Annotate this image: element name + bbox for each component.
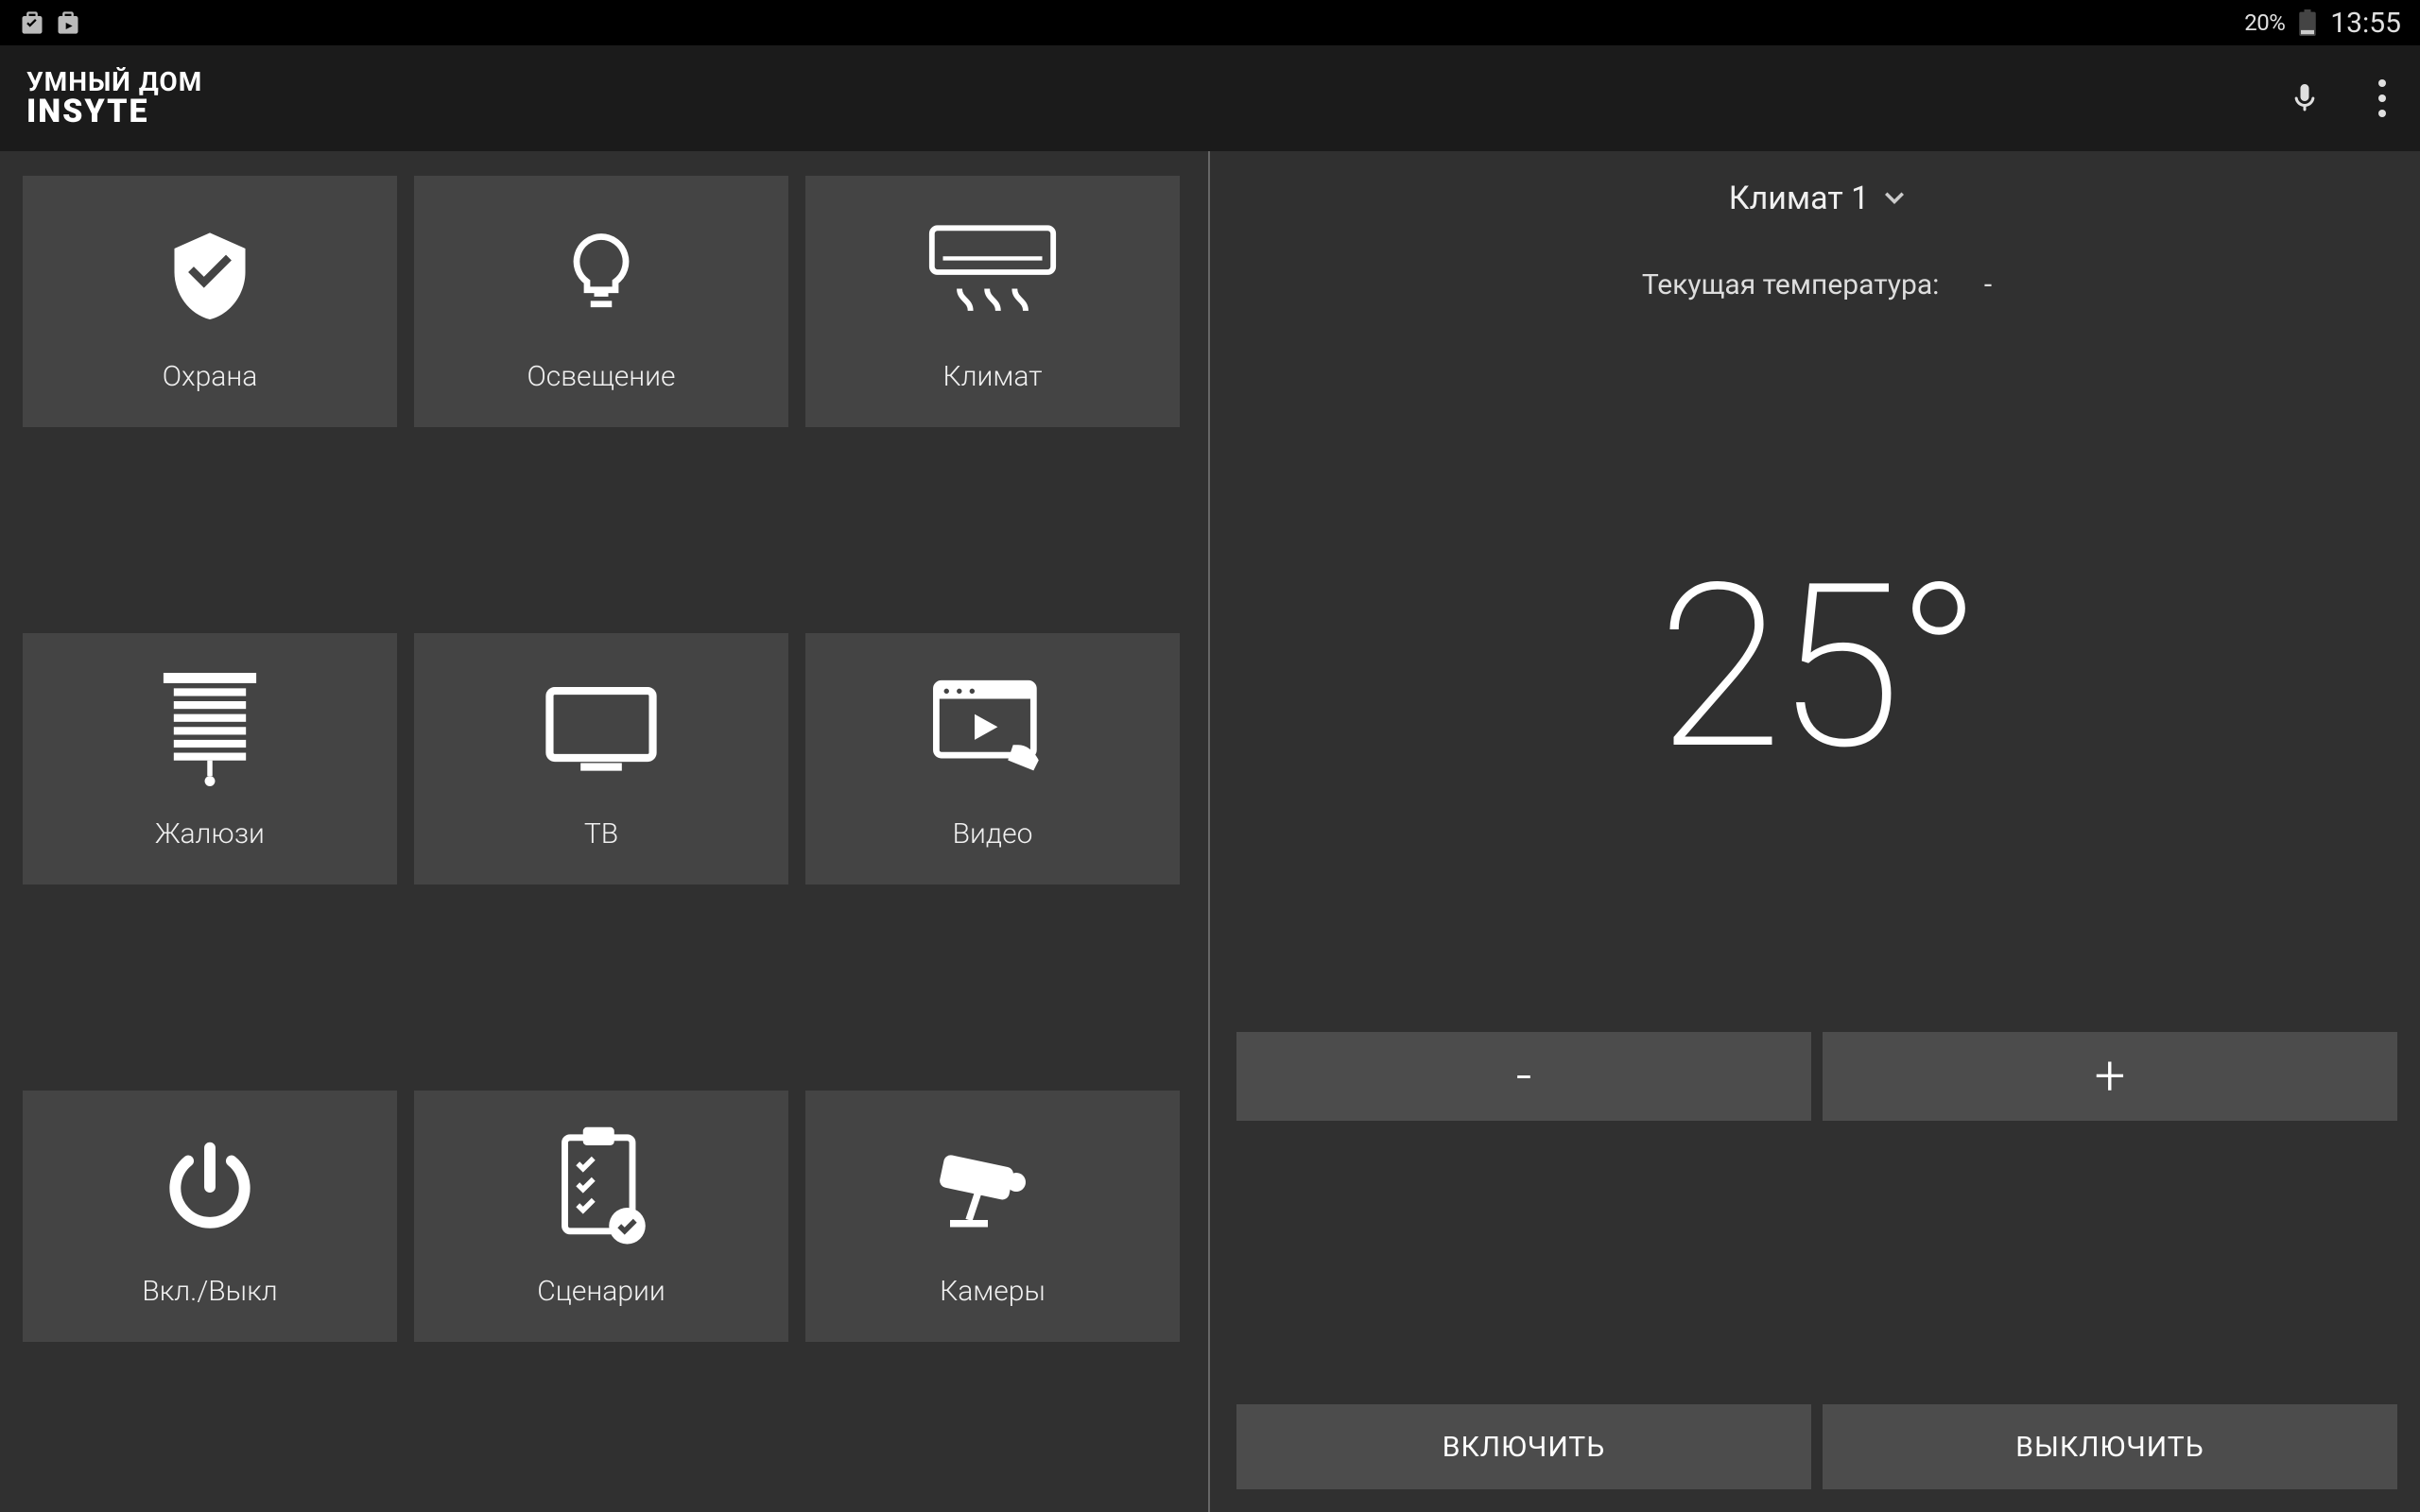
tile-security[interactable]: Охрана (23, 176, 397, 427)
tile-label: Вкл./Выкл (142, 1275, 277, 1308)
adjust-row: - + (1236, 1032, 2397, 1121)
tile-label: Охрана (163, 360, 258, 393)
climate-zone-selector[interactable]: Климат 1 (1236, 180, 2397, 217)
power-row: ВКЛЮЧИТЬ ВЫКЛЮЧИТЬ (1236, 1404, 2397, 1489)
current-temp-value: - (1984, 268, 1992, 301)
tile-power[interactable]: Вкл./Выкл (23, 1091, 397, 1342)
status-bar: 20% 13:55 (0, 0, 2420, 45)
ac-unit-icon (926, 211, 1059, 334)
tile-label: Сценарии (537, 1275, 665, 1308)
tv-icon (544, 668, 658, 791)
logo-line-2: INSYTE (26, 95, 202, 128)
logo: УМНЫЙ ДОМ INSYTE (26, 69, 202, 128)
increase-button[interactable]: + (1823, 1032, 2397, 1121)
battery-icon (2298, 9, 2317, 36)
microphone-icon[interactable] (2288, 76, 2322, 121)
play-store-icon (55, 9, 81, 36)
current-temp-label: Текущая температура: (1642, 268, 1940, 301)
video-touch-icon (931, 668, 1054, 791)
lightbulb-icon (559, 211, 644, 334)
tile-scenes[interactable]: Сценарии (414, 1091, 788, 1342)
tile-label: Жалюзи (155, 817, 265, 850)
store-icon (19, 9, 45, 36)
cctv-icon (936, 1125, 1049, 1248)
battery-percent: 20% (2244, 9, 2285, 36)
tile-grid-pane: Охрана Освещение Климат Жалюзи (0, 151, 1208, 1512)
app-header: УМНЫЙ ДОМ INSYTE (0, 45, 2420, 151)
power-icon (158, 1125, 262, 1248)
turn-off-button[interactable]: ВЫКЛЮЧИТЬ (1823, 1404, 2397, 1489)
setpoint-display: 25° (1236, 301, 2397, 1032)
tile-label: Видео (953, 817, 1033, 850)
tile-lighting[interactable]: Освещение (414, 176, 788, 427)
clock: 13:55 (2330, 7, 2401, 40)
turn-on-button[interactable]: ВКЛЮЧИТЬ (1236, 1404, 1811, 1489)
main-content: Охрана Освещение Климат Жалюзи (0, 151, 2420, 1512)
overflow-menu-icon[interactable] (2378, 79, 2386, 117)
logo-line-1: УМНЫЙ ДОМ (26, 69, 202, 95)
climate-detail-pane: Климат 1 Текущая температура: - 25° - + … (1210, 151, 2420, 1512)
climate-zone-label: Климат 1 (1729, 180, 1869, 217)
chevron-down-icon (1884, 192, 1905, 205)
tile-label: Камеры (940, 1275, 1046, 1308)
blinds-icon (158, 668, 262, 791)
tile-label: ТВ (584, 817, 618, 850)
tile-label: Освещение (527, 360, 675, 393)
tile-video[interactable]: Видео (805, 633, 1180, 885)
tile-grid: Охрана Освещение Климат Жалюзи (23, 176, 1197, 1342)
clipboard-check-icon (549, 1125, 653, 1248)
shield-check-icon (163, 211, 257, 334)
tile-blinds[interactable]: Жалюзи (23, 633, 397, 885)
tile-cameras[interactable]: Камеры (805, 1091, 1180, 1342)
decrease-button[interactable]: - (1236, 1032, 1811, 1121)
tile-climate[interactable]: Климат (805, 176, 1180, 427)
current-temp-row: Текущая температура: - (1236, 268, 2397, 301)
tile-label: Климат (943, 360, 1043, 393)
tile-tv[interactable]: ТВ (414, 633, 788, 885)
